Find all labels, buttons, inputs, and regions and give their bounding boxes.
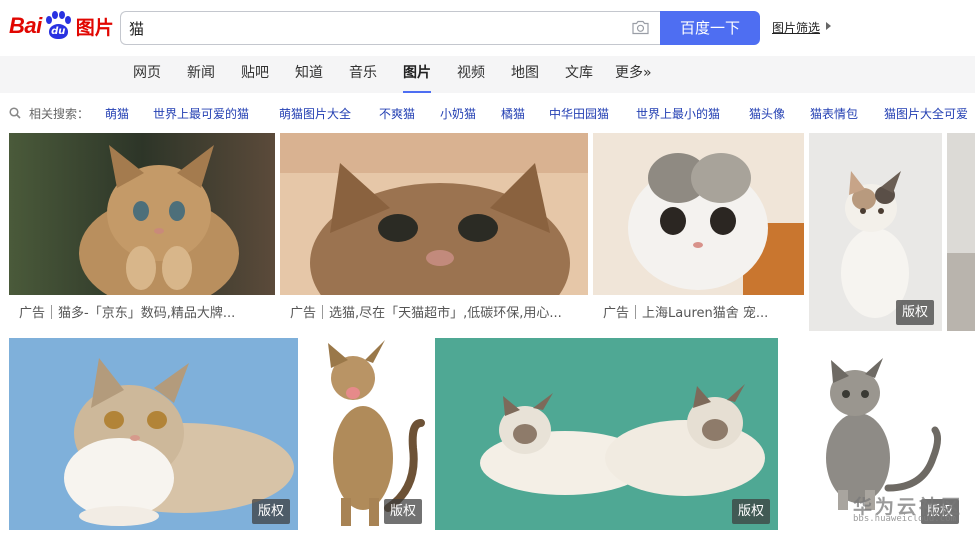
- tab-tieba[interactable]: 贴吧: [241, 56, 269, 93]
- paw-icon: du: [43, 11, 73, 41]
- two-cats-photo: [435, 338, 778, 530]
- separator: [51, 305, 53, 319]
- related-link[interactable]: 萌猫: [105, 105, 129, 122]
- ad-text: 猫多-「京东」数码,精品大牌...: [58, 306, 236, 321]
- related-link[interactable]: 猫头像: [749, 105, 785, 122]
- ad-tag: 广告: [290, 306, 317, 321]
- baidu-image-logo[interactable]: Bai du 图片: [9, 8, 114, 44]
- logo-text-du: du: [51, 26, 66, 37]
- camera-icon[interactable]: [631, 20, 650, 35]
- related-link[interactable]: 猫图片大全可爱: [884, 105, 968, 122]
- image-result-ad[interactable]: 广告 选猫,尽在「天猫超市」,低碳环保,用心...: [280, 133, 588, 333]
- search-input[interactable]: [121, 12, 601, 44]
- tab-map[interactable]: 地图: [511, 56, 539, 93]
- partial-image: [947, 133, 975, 331]
- scottish-fold-photo: [593, 133, 804, 295]
- image-result[interactable]: [947, 133, 975, 331]
- ad-caption[interactable]: 广告 选猫,尽在「天猫超市」,低碳环保,用心...: [280, 295, 588, 333]
- image-result[interactable]: 版权: [435, 338, 778, 530]
- tab-images[interactable]: 图片: [403, 56, 431, 93]
- ad-tag: 广告: [603, 306, 630, 321]
- separator: [322, 305, 324, 319]
- related-link[interactable]: 猫表情包: [810, 105, 858, 122]
- tab-web[interactable]: 网页: [133, 56, 161, 93]
- image-filter-link[interactable]: 图片筛选: [772, 19, 820, 36]
- logo-text-product: 图片: [75, 16, 114, 39]
- tab-news[interactable]: 新闻: [187, 56, 215, 93]
- ad-caption[interactable]: 广告 上海Lauren猫舍 宠...: [593, 295, 804, 333]
- tab-more[interactable]: 更多»: [615, 56, 652, 93]
- watermark-url: bbs.huaweicloud.com: [853, 514, 956, 524]
- related-link[interactable]: 中华田园猫: [549, 105, 609, 122]
- related-link[interactable]: 橘猫: [501, 105, 525, 122]
- image-result-ad[interactable]: 广告 上海Lauren猫舍 宠...: [593, 133, 804, 333]
- search-box: [120, 11, 660, 45]
- ad-text: 选猫,尽在「天猫超市」,低碳环保,用心...: [329, 306, 562, 321]
- ad-tag: 广告: [19, 306, 46, 321]
- related-searches: 相关搜索： 萌猫 世界上最可爱的猫 萌猫图片大全 不爽猫 小奶猫 橘猫 中华田园…: [0, 98, 975, 126]
- copyright-badge: 版权: [383, 499, 422, 524]
- tab-zhidao[interactable]: 知道: [295, 56, 323, 93]
- triangle-right-icon[interactable]: [826, 22, 831, 30]
- copyright-badge: 版权: [731, 499, 770, 524]
- image-result-ad[interactable]: 广告 猫多-「京东」数码,精品大牌...: [9, 133, 275, 333]
- tab-wenku[interactable]: 文库: [565, 56, 593, 93]
- related-link[interactable]: 世界上最可爱的猫: [153, 105, 249, 122]
- search-button[interactable]: 百度一下: [660, 11, 760, 45]
- search-icon: [9, 107, 21, 119]
- related-link[interactable]: 世界上最小的猫: [636, 105, 720, 122]
- tab-music[interactable]: 音乐: [349, 56, 377, 93]
- separator: [635, 305, 637, 319]
- related-link[interactable]: 不爽猫: [379, 105, 415, 122]
- ad-text: 上海Lauren猫舍 宠...: [642, 306, 769, 321]
- nav-bar: 网页 新闻 贴吧 知道 音乐 图片 视频 地图 文库 更多»: [0, 56, 975, 93]
- ad-caption[interactable]: 广告 猫多-「京东」数码,精品大牌...: [9, 295, 275, 333]
- related-link[interactable]: 小奶猫: [440, 105, 476, 122]
- copyright-badge: 版权: [895, 300, 934, 325]
- logo-text-bai: Bai: [9, 13, 42, 38]
- header: Bai du 图片 百度一下 图片筛选: [0, 0, 975, 56]
- cat-closeup-photo: [280, 133, 588, 295]
- kitten-photo: [9, 133, 275, 295]
- copyright-badge: 版权: [251, 499, 290, 524]
- image-result[interactable]: 版权: [303, 338, 430, 530]
- image-result[interactable]: 版权: [9, 338, 298, 530]
- related-label: 相关搜索：: [29, 107, 90, 121]
- image-result[interactable]: 版权: [809, 133, 942, 331]
- tab-video[interactable]: 视频: [457, 56, 485, 93]
- related-link[interactable]: 萌猫图片大全: [279, 105, 351, 122]
